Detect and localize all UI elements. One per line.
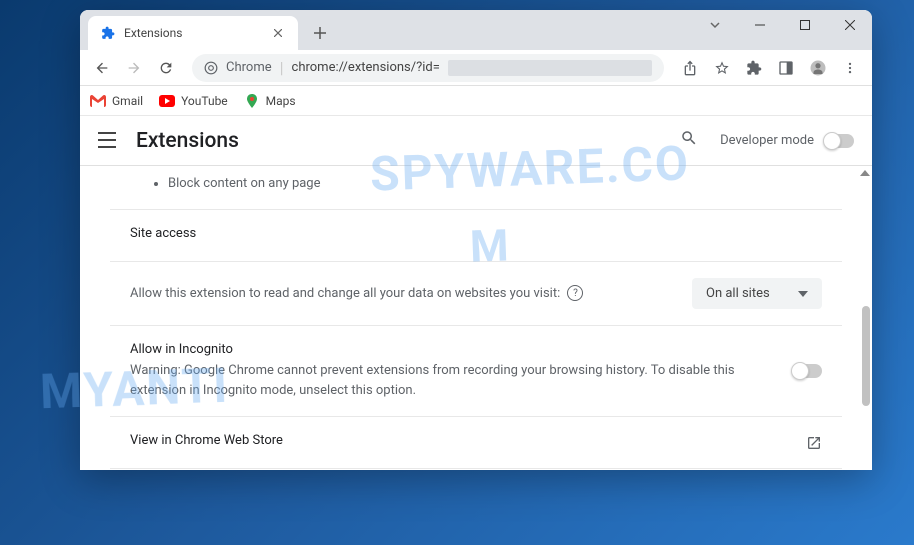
bookmark-gmail[interactable]: Gmail: [90, 93, 143, 109]
bookmark-maps[interactable]: Maps: [244, 93, 296, 109]
minimize-button[interactable]: [737, 10, 782, 40]
view-store-label: View in Chrome Web Store: [130, 433, 283, 448]
extension-icon: [100, 25, 116, 41]
search-icon[interactable]: [680, 129, 704, 153]
bookmark-label: Maps: [266, 94, 296, 108]
url-text: chrome://extensions/?id=: [292, 60, 440, 75]
dropdown-value: On all sites: [706, 286, 770, 301]
site-access-section: Site access: [110, 209, 842, 261]
maximize-button[interactable]: [782, 10, 827, 40]
close-button[interactable]: [827, 10, 872, 40]
profile-icon[interactable]: [804, 54, 832, 82]
developer-mode-label: Developer mode: [720, 133, 814, 148]
developer-mode-toggle[interactable]: [824, 134, 854, 148]
share-icon[interactable]: [676, 54, 704, 82]
gmail-icon: [90, 93, 106, 109]
blurred-url: [448, 60, 652, 76]
bookmarks-bar: Gmail YouTube Maps: [80, 86, 872, 116]
incognito-toggle[interactable]: [792, 364, 822, 378]
incognito-section: Allow in Incognito Warning: Google Chrom…: [110, 325, 842, 416]
chrome-icon: [204, 61, 218, 75]
browser-toolbar: Chrome | chrome://extensions/?id=: [80, 50, 872, 86]
view-store-section[interactable]: View in Chrome Web Store: [110, 416, 842, 468]
reload-button[interactable]: [152, 54, 180, 82]
maps-icon: [244, 93, 260, 109]
site-access-text: Allow this extension to read and change …: [130, 284, 676, 304]
section-title: Site access: [130, 226, 822, 241]
youtube-icon: [159, 93, 175, 109]
section-title: Allow in Incognito: [130, 342, 776, 357]
chevron-down-icon: [798, 291, 808, 297]
scrollbar[interactable]: [860, 166, 872, 470]
close-icon[interactable]: [270, 25, 286, 41]
bookmark-youtube[interactable]: YouTube: [159, 93, 228, 109]
source-section: Source: [110, 468, 842, 470]
back-button[interactable]: [88, 54, 116, 82]
forward-button[interactable]: [120, 54, 148, 82]
divider: |: [280, 58, 284, 77]
chrome-window: Extensions Chrome | chrome://extensions/…: [80, 10, 872, 470]
star-icon[interactable]: [708, 54, 736, 82]
site-access-row: Allow this extension to read and change …: [110, 261, 842, 325]
extensions-icon[interactable]: [740, 54, 768, 82]
extensions-header: Extensions Developer mode: [80, 116, 872, 166]
page-title: Extensions: [136, 129, 680, 153]
browser-tab[interactable]: Extensions: [88, 16, 298, 50]
address-bar[interactable]: Chrome | chrome://extensions/?id=: [192, 54, 664, 82]
tab-title: Extensions: [124, 26, 262, 40]
incognito-warning: Warning: Google Chrome cannot prevent ex…: [130, 361, 776, 400]
side-panel-icon[interactable]: [772, 54, 800, 82]
open-external-icon: [806, 435, 822, 451]
window-controls: [692, 10, 872, 40]
permission-item: Block content on any page: [168, 176, 842, 191]
scroll-up-arrow[interactable]: [860, 170, 870, 180]
chevron-down-icon[interactable]: [692, 10, 737, 40]
content-area: Block content on any page Site access Al…: [80, 166, 872, 470]
help-icon[interactable]: ?: [567, 285, 583, 301]
site-access-dropdown[interactable]: On all sites: [692, 278, 822, 309]
new-tab-button[interactable]: [306, 19, 334, 47]
bookmark-label: Gmail: [112, 94, 143, 108]
scrollbar-thumb[interactable]: [862, 306, 870, 406]
menu-icon[interactable]: [836, 54, 864, 82]
bookmark-label: YouTube: [181, 94, 228, 108]
url-scheme: Chrome: [226, 60, 272, 75]
hamburger-icon[interactable]: [98, 131, 118, 151]
